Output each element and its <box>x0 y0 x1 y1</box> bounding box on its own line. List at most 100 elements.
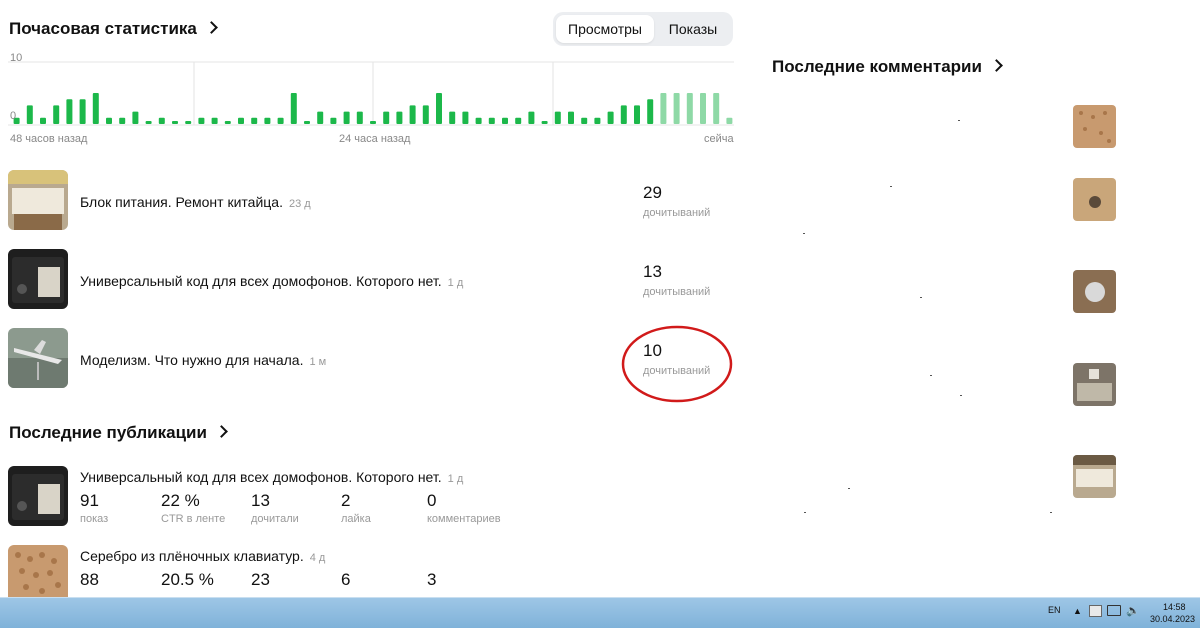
chart-bar <box>541 121 548 124</box>
chart-bar <box>40 117 46 124</box>
chart-bar <box>713 93 720 124</box>
metric-impressions-label: показ <box>80 513 109 525</box>
chart-bar <box>92 93 99 124</box>
article-thumbnail-airplane-model[interactable] <box>8 328 68 388</box>
article-age: 1 м <box>309 356 327 368</box>
metric-read-through-label: дочитали <box>251 513 299 525</box>
reads-label: дочитываний <box>643 207 711 219</box>
chart-bar <box>634 105 640 124</box>
chart-bar <box>290 93 297 124</box>
chart-bar <box>396 111 403 124</box>
action-center-icon[interactable] <box>1089 605 1102 617</box>
metric-ctr: 22 % <box>161 491 200 510</box>
volume-icon[interactable]: 🔈 <box>1126 604 1140 617</box>
chart-bar <box>673 93 680 124</box>
comment-article-thumbnail[interactable] <box>1073 270 1116 313</box>
hourly-stats-title-text: Почасовая статистика <box>9 19 197 38</box>
chart-bar <box>568 111 574 124</box>
publication-thumbnail-keyboard-silver[interactable] <box>8 545 68 605</box>
chart-bar <box>172 121 178 124</box>
recent-comments-title-text: Последние комментарии <box>772 57 982 76</box>
chart-bar <box>224 121 231 124</box>
publication-title[interactable]: Универсальный код для всех домофонов. Ко… <box>80 469 463 485</box>
recent-comments-title[interactable]: Последние комментарии <box>772 57 1003 77</box>
chart-bar <box>251 117 258 124</box>
toggle-views[interactable]: Просмотры <box>556 15 654 43</box>
toggle-impressions[interactable]: Показы <box>657 15 729 43</box>
chart-bar <box>488 117 495 124</box>
y-tick-max: 10 <box>10 52 23 64</box>
metric-likes: 2 <box>341 491 351 510</box>
chart-bar <box>304 121 310 124</box>
comment-text-fragment <box>890 186 892 187</box>
comment-text-fragment <box>930 375 932 376</box>
chart-bar <box>726 117 733 124</box>
metric-impressions: 91 <box>80 491 99 510</box>
metric-ctr: 20.5 % <box>161 570 214 589</box>
comment-article-thumbnail[interactable] <box>1073 105 1116 148</box>
chart-bar <box>620 105 627 124</box>
tray-expand-icon[interactable]: ▲ <box>1073 606 1082 616</box>
chart-bar <box>502 117 508 124</box>
chart-bar <box>607 111 614 124</box>
comment-text-fragment <box>958 120 960 121</box>
x-tick-now: сейча <box>704 133 734 145</box>
metric-ctr-label: CTR в ленте <box>161 513 226 525</box>
chart-bar <box>264 117 271 124</box>
metric-comments-label: комментариев <box>427 513 501 525</box>
top-article-title[interactable]: Блок питания. Ремонт китайца. 23 д <box>80 194 311 210</box>
comment-text-fragment <box>848 488 850 489</box>
comment-article-thumbnail[interactable] <box>1073 178 1116 221</box>
metric-comments: 0 <box>427 491 437 510</box>
hourly-bar-chart <box>8 61 734 126</box>
chart-bar <box>581 117 588 124</box>
red-highlight-circle <box>621 325 733 403</box>
metric-likes-label: лайка <box>341 513 371 525</box>
chart-bar <box>554 111 561 124</box>
y-tick-min: 0 <box>10 110 17 122</box>
chart-bar <box>370 121 376 124</box>
article-title-text: Моделизм. Что нужно для начала. <box>80 352 304 368</box>
recent-publications-title[interactable]: Последние публикации <box>9 423 228 443</box>
views-impressions-toggle: Просмотры Показы <box>553 12 733 46</box>
chart-bar <box>198 117 205 124</box>
chart-bar <box>79 99 86 124</box>
chart-bar <box>356 111 363 124</box>
publication-title-text: Серебро из плёночных клавиатур. <box>80 548 304 564</box>
chart-bar <box>528 111 535 124</box>
chart-bar <box>475 117 482 124</box>
x-tick-24h: 24 часа назад <box>339 133 411 145</box>
article-thumbnail-intercom[interactable] <box>8 249 68 309</box>
chart-bar <box>647 99 654 124</box>
language-indicator[interactable]: EN <box>1048 605 1061 615</box>
chart-bar <box>686 93 693 124</box>
chart-bar <box>462 111 469 124</box>
recent-publications-title-text: Последние публикации <box>9 423 207 442</box>
metric-likes: 6 <box>341 570 351 589</box>
chart-bar <box>515 117 522 124</box>
chart-bar <box>53 105 60 124</box>
chart-bar <box>660 93 667 124</box>
publication-title[interactable]: Серебро из плёночных клавиатур. 4 д <box>80 548 325 564</box>
clock-time[interactable]: 14:58 <box>1163 602 1186 612</box>
chart-bar <box>106 117 112 124</box>
publication-age: 4 д <box>309 552 326 564</box>
chart-bar <box>145 121 152 124</box>
comment-article-thumbnail[interactable] <box>1073 363 1116 406</box>
top-article-title[interactable]: Универсальный код для всех домофонов. Ко… <box>80 273 463 289</box>
article-thumbnail-power-supply[interactable] <box>8 170 68 230</box>
chart-bar <box>343 111 350 124</box>
top-article-title[interactable]: Моделизм. Что нужно для начала. 1 м <box>80 352 326 368</box>
comment-text-fragment <box>803 233 805 234</box>
chevron-right-icon <box>205 21 218 34</box>
comment-article-thumbnail[interactable] <box>1073 455 1116 498</box>
hourly-stats-title[interactable]: Почасовая статистика <box>9 19 218 39</box>
battery-icon[interactable] <box>1107 605 1121 616</box>
reads-label: дочитываний <box>643 286 711 298</box>
windows-taskbar: EN ▲ 🔈 14:58 30.04.2023 <box>0 597 1200 628</box>
clock-date[interactable]: 30.04.2023 <box>1150 614 1195 624</box>
publication-thumbnail-intercom[interactable] <box>8 466 68 526</box>
metric-comments: 3 <box>427 570 437 589</box>
chart-bar <box>436 93 442 124</box>
chart-bar <box>26 105 33 124</box>
